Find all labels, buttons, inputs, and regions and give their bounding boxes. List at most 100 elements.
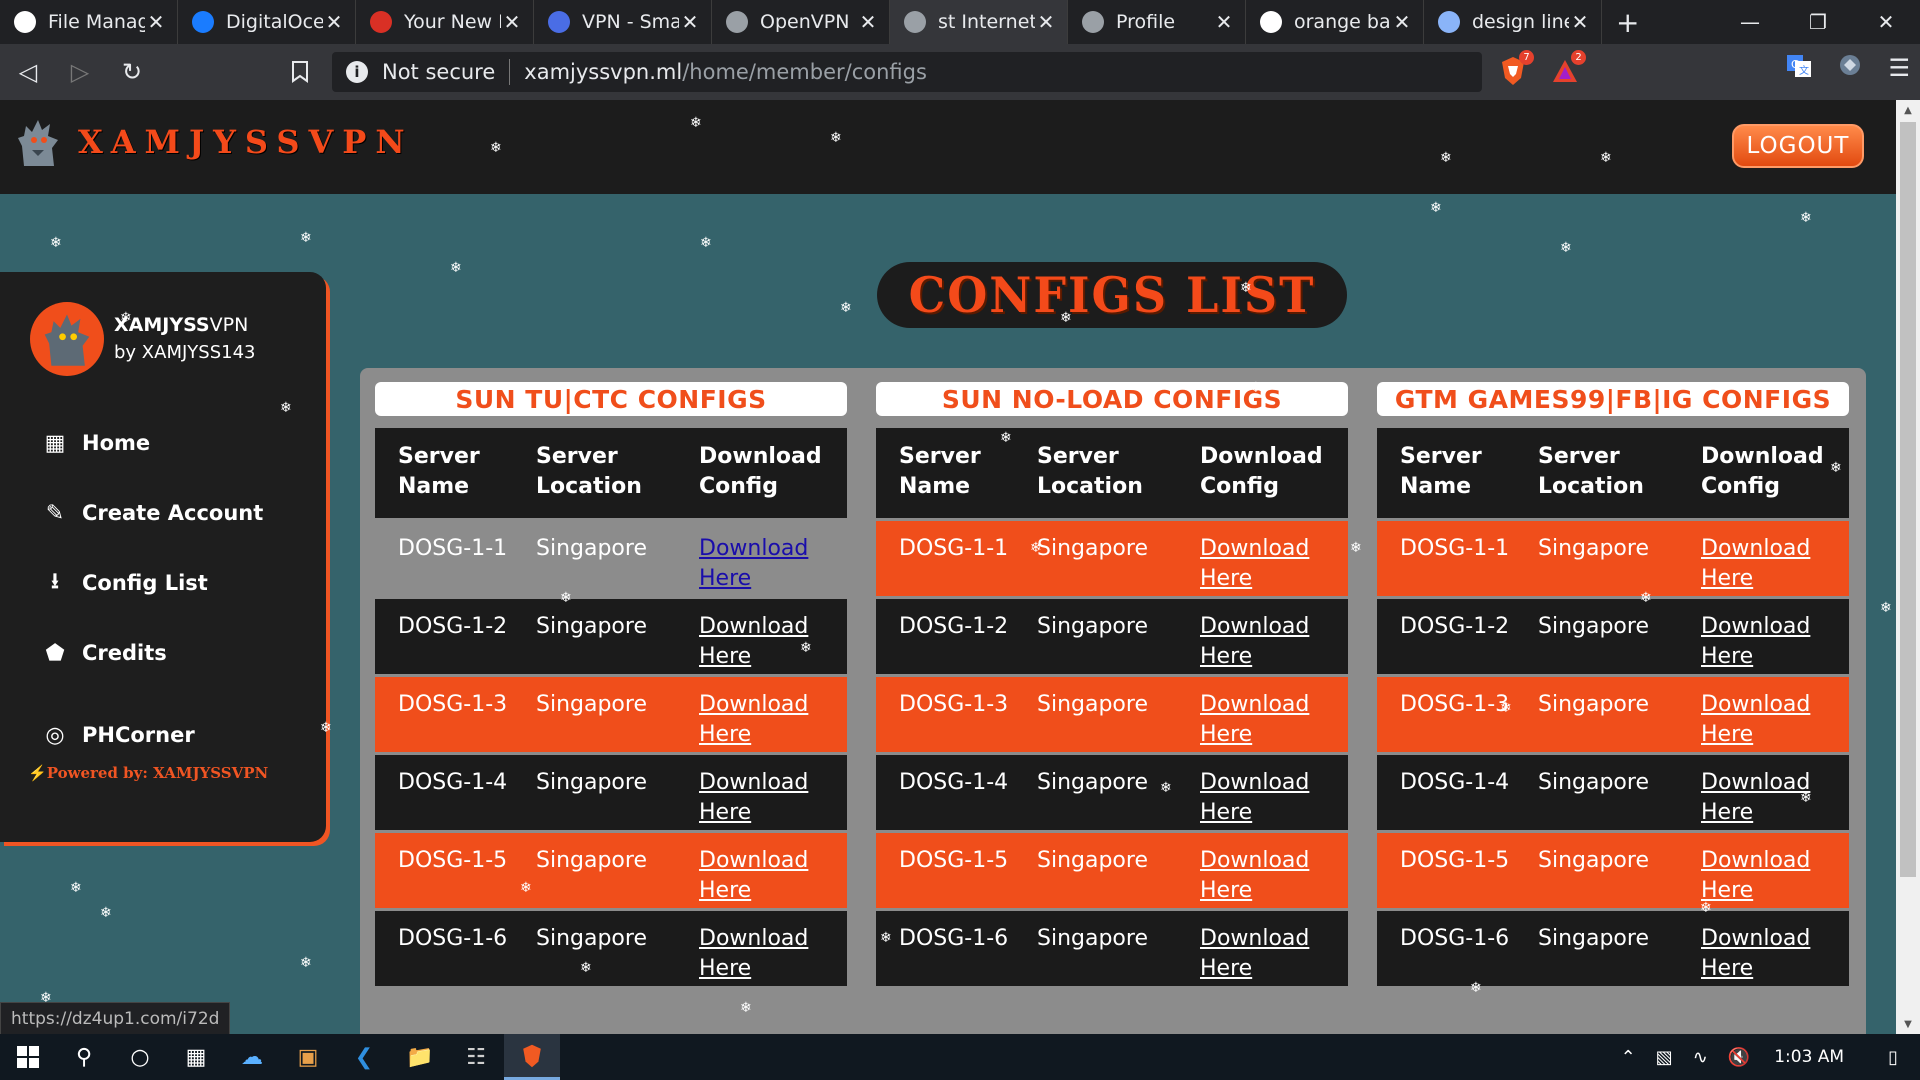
download-link[interactable]: Download Here bbox=[699, 770, 808, 825]
snowflake-icon: ❄ bbox=[1560, 240, 1572, 256]
scroll-down-icon[interactable]: ▼ bbox=[1896, 1014, 1920, 1034]
translate-icon[interactable]: G文 bbox=[1786, 52, 1812, 84]
page-scrollbar[interactable]: ▲ ▼ bbox=[1896, 100, 1920, 1034]
download-link[interactable]: Download Here bbox=[1701, 770, 1810, 825]
sidebar-item-label: PHCorner bbox=[82, 723, 195, 747]
wifi-icon[interactable]: ∿ bbox=[1693, 1047, 1708, 1068]
download-link[interactable]: Download Here bbox=[699, 692, 808, 747]
server-location-cell: Singapore bbox=[1014, 909, 1177, 988]
tab-close-icon[interactable]: ✕ bbox=[1213, 10, 1235, 34]
server-name-cell: DOSG-1-6 bbox=[375, 909, 513, 988]
site-header: XAMJYSSVPN LOGOUT bbox=[0, 100, 1896, 194]
browser-tab[interactable]: st Internet Provider✕ bbox=[890, 0, 1068, 44]
download-link[interactable]: Download Here bbox=[699, 614, 808, 669]
sidebar-item-credits[interactable]: ⬟ Credits bbox=[42, 618, 312, 688]
file-explorer-icon[interactable]: 📁 bbox=[392, 1034, 448, 1080]
tab-close-icon[interactable]: ✕ bbox=[857, 10, 879, 34]
download-link[interactable]: Download Here bbox=[1701, 848, 1810, 903]
download-link[interactable]: Download Here bbox=[1200, 536, 1309, 591]
image-app-icon[interactable]: ▣ bbox=[280, 1034, 336, 1080]
powered-by-text: Powered by: XAMJYSSVPN bbox=[46, 764, 269, 782]
browser-tab[interactable]: orange bar ✕ bbox=[1246, 0, 1424, 44]
brave-shield-icon[interactable]: 7 bbox=[1496, 50, 1534, 88]
task-view-icon[interactable]: ▦ bbox=[168, 1034, 224, 1080]
server-name-cell: DOSG-1-1 bbox=[876, 519, 1014, 598]
browser-tab[interactable]: OpenVPN ✕ bbox=[712, 0, 890, 44]
download-link[interactable]: Download Here bbox=[1200, 926, 1309, 981]
volume-icon[interactable]: 🔇 bbox=[1728, 1047, 1750, 1068]
cloud-app-icon[interactable]: ☁ bbox=[224, 1034, 280, 1080]
site-logo[interactable]: XAMJYSSVPN bbox=[16, 116, 414, 168]
table-row: DOSG-1-2 Singapore Download Here bbox=[1377, 597, 1849, 676]
extension-icon[interactable] bbox=[1838, 53, 1862, 83]
info-icon[interactable]: i bbox=[346, 61, 368, 83]
tab-label: OpenVPN bbox=[760, 11, 850, 33]
download-link[interactable]: Download Here bbox=[699, 926, 808, 981]
download-link[interactable]: Download Here bbox=[1701, 692, 1810, 747]
column-header: Download Config bbox=[1678, 428, 1849, 520]
download-link[interactable]: Download Here bbox=[1200, 614, 1309, 669]
snowflake-icon: ❄ bbox=[1430, 200, 1442, 216]
sidebar-item-home[interactable]: ▦ Home bbox=[42, 408, 312, 478]
tab-close-icon[interactable]: ✕ bbox=[679, 10, 701, 34]
sidebar-item-create-account[interactable]: ✎ Create Account bbox=[42, 478, 312, 548]
sidebar-item-phcorner[interactable]: ◎ PHCorner bbox=[42, 700, 312, 770]
download-link[interactable]: Download Here bbox=[1701, 536, 1810, 591]
server-location-cell: Singapore bbox=[1515, 831, 1678, 910]
vscode-icon[interactable]: ❮ bbox=[336, 1034, 392, 1080]
tab-close-icon[interactable]: ✕ bbox=[1391, 10, 1413, 34]
reload-icon[interactable]: ↻ bbox=[108, 48, 156, 96]
brand-name: XAMJYSSVPN bbox=[78, 123, 414, 161]
download-cell: Download Here bbox=[1678, 831, 1849, 910]
close-window-icon[interactable]: ✕ bbox=[1852, 0, 1920, 44]
table-row: DOSG-1-3 Singapore Download Here bbox=[375, 675, 847, 754]
tab-close-icon[interactable]: ✕ bbox=[1569, 10, 1591, 34]
page-title: CONFIGS LIST bbox=[908, 266, 1316, 324]
tray-chevron-icon[interactable]: ⌃ bbox=[1621, 1047, 1636, 1068]
download-link[interactable]: Download Here bbox=[1200, 848, 1309, 903]
new-tab-button[interactable]: + bbox=[1616, 6, 1639, 39]
download-link[interactable]: Download Here bbox=[1701, 614, 1810, 669]
browser-tab[interactable]: design line ✕ bbox=[1424, 0, 1602, 44]
tab-close-icon[interactable]: ✕ bbox=[501, 10, 523, 34]
cortana-icon[interactable]: ○ bbox=[112, 1034, 168, 1080]
tab-close-icon[interactable]: ✕ bbox=[323, 10, 345, 34]
brave-taskbar-icon[interactable] bbox=[504, 1034, 560, 1080]
download-link[interactable]: Download Here bbox=[699, 536, 808, 591]
browser-tab[interactable]: VPN - Smart✕ bbox=[534, 0, 712, 44]
bookmark-icon[interactable] bbox=[276, 48, 324, 96]
download-link[interactable]: Download Here bbox=[1200, 770, 1309, 825]
address-bar[interactable]: i Not secure xamjyssvpn.ml/home/member/c… bbox=[332, 52, 1482, 92]
scroll-up-icon[interactable]: ▲ bbox=[1896, 100, 1920, 120]
table-row: DOSG-1-6 Singapore Download Here bbox=[375, 909, 847, 988]
menu-icon[interactable]: ☰ bbox=[1888, 54, 1910, 82]
tab-close-icon[interactable]: ✕ bbox=[1035, 10, 1057, 34]
restore-icon[interactable]: ❐ bbox=[1784, 0, 1852, 44]
download-link[interactable]: Download Here bbox=[699, 848, 808, 903]
server-location-cell: Singapore bbox=[1014, 597, 1177, 676]
sidebar-item-config-list[interactable]: ⭳ Config List bbox=[42, 548, 312, 618]
gmail-icon bbox=[370, 11, 392, 33]
table-row: DOSG-1-4 Singapore Download Here bbox=[375, 753, 847, 832]
download-link[interactable]: Download Here bbox=[1701, 926, 1810, 981]
scroll-thumb[interactable] bbox=[1900, 122, 1916, 877]
notepad-icon[interactable]: ☷ bbox=[448, 1034, 504, 1080]
minimize-icon[interactable]: — bbox=[1716, 0, 1784, 44]
browser-tab[interactable]: Your New Domain✕ bbox=[356, 0, 534, 44]
download-link[interactable]: Download Here bbox=[1200, 692, 1309, 747]
notifications-icon[interactable]: ▯ bbox=[1888, 1047, 1898, 1068]
battery-icon[interactable]: ▧ bbox=[1656, 1047, 1673, 1068]
clock-time[interactable]: 1:03 AM bbox=[1774, 1047, 1844, 1067]
browser-tab[interactable]: File Manager✕ bbox=[0, 0, 178, 44]
powered-by: ⚡Powered by: XAMJYSSVPN bbox=[28, 764, 269, 782]
brave-rewards-icon[interactable]: 2 bbox=[1548, 50, 1586, 88]
download-cell: Download Here bbox=[1678, 519, 1849, 598]
forward-icon[interactable]: ▷ bbox=[56, 48, 104, 96]
browser-tab[interactable]: DigitalOcean✕ bbox=[178, 0, 356, 44]
logout-button[interactable]: LOGOUT bbox=[1732, 124, 1864, 168]
tab-close-icon[interactable]: ✕ bbox=[145, 10, 167, 34]
browser-tab[interactable]: Profile ✕ bbox=[1068, 0, 1246, 44]
windows-start-icon[interactable] bbox=[0, 1034, 56, 1080]
search-icon[interactable]: ⚲ bbox=[56, 1034, 112, 1080]
back-icon[interactable]: ◁ bbox=[4, 48, 52, 96]
